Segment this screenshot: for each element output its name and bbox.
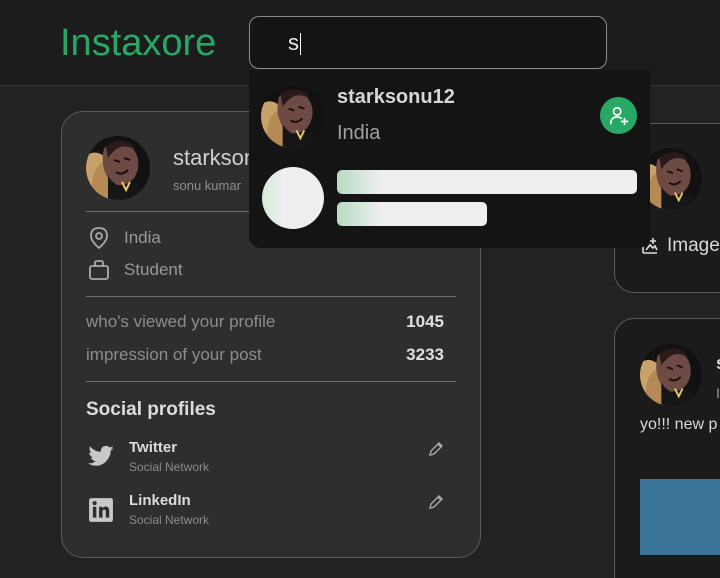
skeleton-avatar xyxy=(262,167,324,229)
search-input-value: s xyxy=(288,30,299,55)
location-text: India xyxy=(124,228,161,247)
post-text: yo!!! new p xyxy=(640,416,718,433)
twitter-icon xyxy=(86,442,116,472)
divider xyxy=(86,296,456,297)
post-media[interactable] xyxy=(640,479,720,555)
stat-label: who's viewed your profile xyxy=(86,312,276,331)
social-type: Social Network xyxy=(129,460,210,474)
avatar-image xyxy=(261,85,324,148)
stat-value: 3233 xyxy=(406,345,444,364)
add-friend-button[interactable] xyxy=(600,97,637,134)
image-label: Image xyxy=(667,235,720,256)
skeleton-line xyxy=(337,202,487,226)
social-type: Social Network xyxy=(129,513,210,527)
person-add-icon xyxy=(609,106,628,125)
result-country: India xyxy=(337,122,381,144)
briefcase-icon xyxy=(86,257,112,283)
profile-full-name: sonu kumar xyxy=(173,178,241,193)
social-item-linkedin: LinkedIn Social Network xyxy=(86,492,456,538)
search-input[interactable]: s xyxy=(249,16,607,69)
edit-pencil-icon[interactable] xyxy=(426,492,446,512)
linkedin-icon xyxy=(86,495,116,525)
location-pin-icon xyxy=(86,225,112,251)
result-avatar[interactable] xyxy=(261,85,324,148)
profile-avatar[interactable] xyxy=(86,136,150,200)
social-name[interactable]: LinkedIn xyxy=(129,492,191,509)
avatar-image xyxy=(640,344,702,406)
post-author-avatar[interactable] xyxy=(640,344,702,406)
divider xyxy=(86,381,456,382)
avatar-image xyxy=(86,136,150,200)
occupation-row: Student xyxy=(86,257,183,283)
location-row: India xyxy=(86,225,161,251)
stat-value: 1045 xyxy=(406,312,444,331)
stat-row: who's viewed your profile 1045 xyxy=(86,312,444,332)
search-results-dropdown: starksonu12 India xyxy=(249,70,650,248)
result-username[interactable]: starksonu12 xyxy=(337,86,455,109)
post-author-sub: I xyxy=(716,385,720,401)
add-image-button[interactable]: Image xyxy=(641,235,720,257)
social-profiles-heading: Social profiles xyxy=(86,399,216,420)
edit-pencil-icon[interactable] xyxy=(426,439,446,459)
app-logo[interactable]: Instaxore xyxy=(60,22,216,65)
social-name[interactable]: Twitter xyxy=(129,439,177,456)
occupation-text: Student xyxy=(124,260,183,279)
social-item-twitter: Twitter Social Network xyxy=(86,439,456,485)
post-author-name[interactable]: s xyxy=(716,353,720,374)
stat-label: impression of your post xyxy=(86,345,262,364)
skeleton-line xyxy=(337,170,637,194)
post-card: s I yo!!! new p xyxy=(614,318,720,578)
stat-row: impression of your post 3233 xyxy=(86,345,444,365)
text-caret xyxy=(300,33,301,56)
